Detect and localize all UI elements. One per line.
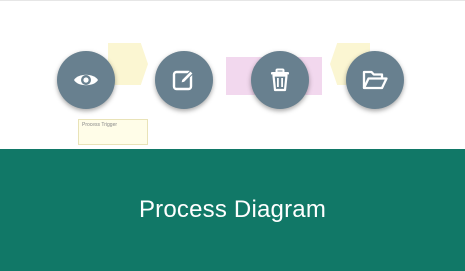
delete-button[interactable] <box>251 51 309 109</box>
view-button[interactable] <box>57 51 115 109</box>
diagram-thumbnail: Process Trigger <box>0 1 465 149</box>
open-button[interactable] <box>346 51 404 109</box>
card-footer[interactable]: Process Diagram <box>0 149 465 271</box>
edit-button[interactable] <box>155 51 213 109</box>
diagram-note: Process Trigger <box>78 119 148 145</box>
diagram-card[interactable]: Process Trigger Process Diagram <box>0 0 465 271</box>
eye-icon <box>74 74 98 86</box>
card-title: Process Diagram <box>138 196 327 223</box>
edit-icon <box>172 70 194 91</box>
folder-open-icon <box>362 70 388 90</box>
trash-icon <box>271 68 289 92</box>
